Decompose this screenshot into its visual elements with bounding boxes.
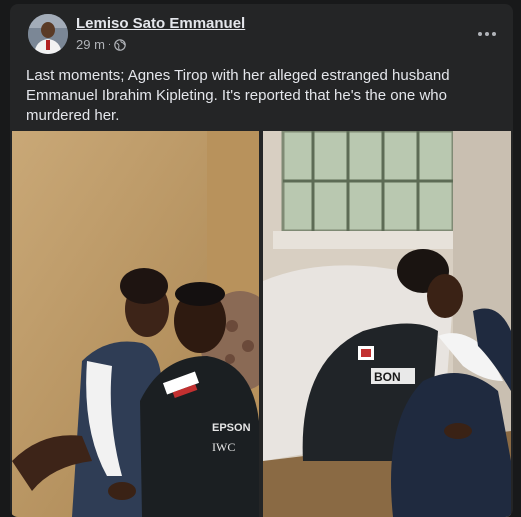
- post-meta: 29 m ·: [76, 37, 127, 52]
- photo-grid: EPSON IWC BON: [12, 131, 511, 517]
- post-header: Lemiso Sato Emmanuel 29 m ·: [10, 4, 513, 60]
- photo-left[interactable]: EPSON IWC: [12, 131, 259, 517]
- post-time[interactable]: 29 m: [76, 37, 105, 52]
- photo-right[interactable]: BON: [263, 131, 511, 517]
- post-caption: Last moments; Agnes Tirop with her alleg…: [26, 67, 450, 124]
- more-options-icon[interactable]: [475, 22, 499, 46]
- globe-icon: [114, 38, 127, 51]
- iwc-logo-text: IWC: [212, 440, 235, 454]
- author-name-link[interactable]: Lemiso Sato Emmanuel: [76, 15, 245, 32]
- author-avatar[interactable]: [28, 14, 68, 54]
- shirt-text: BON: [374, 370, 401, 384]
- post-card: Lemiso Sato Emmanuel 29 m · Last moments…: [10, 4, 513, 517]
- epson-logo-text: EPSON: [212, 422, 251, 434]
- meta-separator: ·: [107, 39, 112, 50]
